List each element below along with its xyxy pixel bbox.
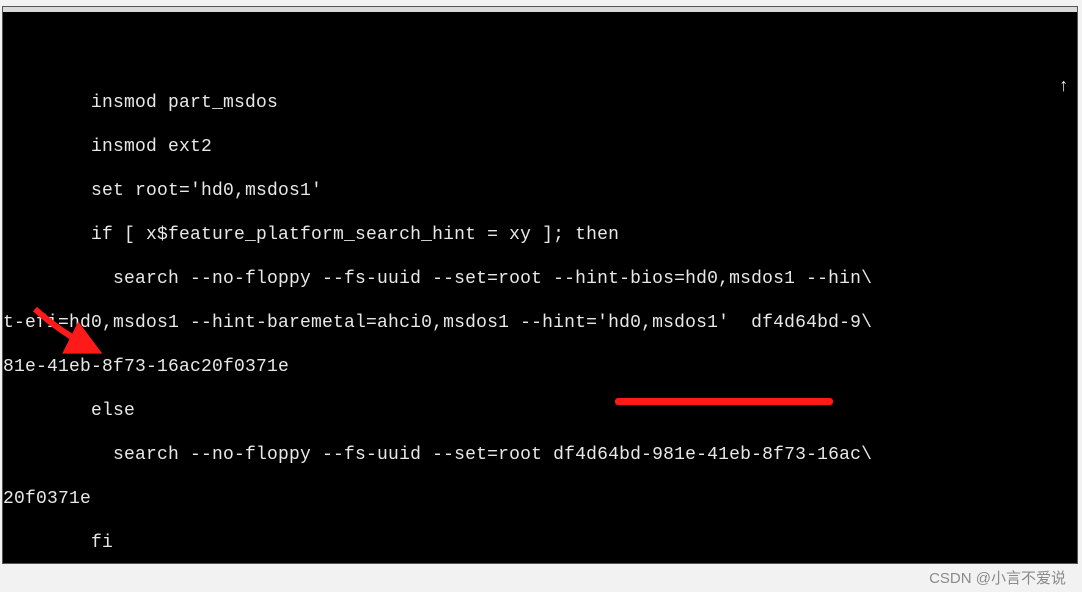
watermark: CSDN @小言不爱说: [929, 567, 1066, 588]
code-line: t-efi=hd0,msdos1 --hint-baremetal=ahci0,…: [3, 312, 1077, 334]
code-line: else: [3, 400, 1077, 422]
code-line: search --no-floppy --fs-uuid --set=root …: [3, 444, 1077, 466]
code-line: set root='hd0,msdos1': [3, 180, 1077, 202]
code-line: search --no-floppy --fs-uuid --set=root …: [3, 268, 1077, 290]
code-line: 20f0371e: [3, 488, 1077, 510]
code-line: fi: [3, 532, 1077, 554]
code-line: if [ x$feature_platform_search_hint = xy…: [3, 224, 1077, 246]
code-line: 81e-41eb-8f73-16ac20f0371e: [3, 356, 1077, 378]
scroll-up-icon: ↑: [1058, 77, 1069, 97]
grub-editor[interactable]: insmod part_msdos insmod ext2 set root='…: [3, 15, 1077, 563]
code-line: insmod ext2: [3, 136, 1077, 158]
window-titlebar: [3, 7, 1077, 12]
code-line: insmod part_msdos: [3, 92, 1077, 114]
terminal-window: insmod part_msdos insmod ext2 set root='…: [2, 6, 1078, 564]
